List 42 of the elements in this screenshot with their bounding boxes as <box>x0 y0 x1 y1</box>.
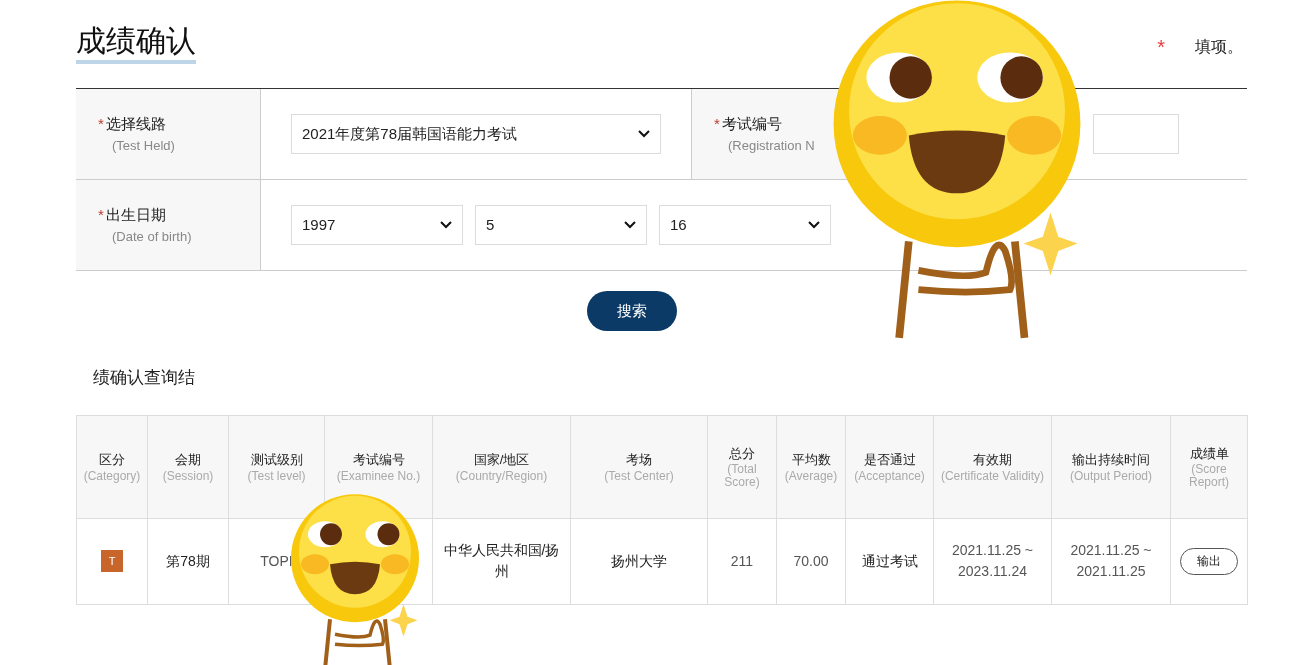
chevron-down-icon <box>624 221 636 229</box>
column-header: 输出持续时间 (Output Period) <box>1051 415 1171 518</box>
column-header: 成绩单 (Score Report) <box>1170 415 1248 518</box>
column-header: 平均数 (Average) <box>776 415 846 518</box>
dropdown-select[interactable]: 16 <box>659 205 831 245</box>
required-asterisk: * <box>98 205 104 225</box>
table-cell: 2021.11.25 ~ 2023.11.24 <box>951 542 1034 579</box>
dropdown-select[interactable]: 1997 <box>291 205 463 245</box>
column-header: 有效期 (Certificate Validity) <box>933 415 1052 518</box>
table-cell: 第78期 <box>166 552 210 569</box>
table-cell: 扬州大学 <box>611 552 667 569</box>
input-field[interactable] <box>1093 114 1179 154</box>
chevron-down-icon <box>808 221 820 229</box>
search-button[interactable]: 搜索 <box>586 291 677 331</box>
field-sublabel: (Date of birth) <box>111 227 193 246</box>
required-note: 填项。 <box>1195 37 1243 57</box>
table-cell: 通过考试 <box>861 552 918 569</box>
field-sublabel: (Test Held) <box>111 136 176 155</box>
page-title: 成绩确认 <box>76 22 196 64</box>
table-cell: 70.00 <box>793 552 829 569</box>
column-header: 国家/地区 (Country/Region) <box>432 415 571 518</box>
required-asterisk: * <box>1157 35 1165 60</box>
field-label: 出生日期 <box>105 205 166 225</box>
chevron-down-icon <box>638 130 650 138</box>
column-header: 总分 (Total Score) <box>707 415 777 518</box>
dropdown-select[interactable]: 5 <box>475 205 647 245</box>
table-cell: 中华人民共和国/扬州 <box>443 542 560 579</box>
column-header: 会期 (Session) <box>147 415 229 518</box>
field-label: 选择线路 <box>105 114 166 134</box>
table-cell: 2021.11.25 ~ 2021.11.25 <box>1070 542 1152 579</box>
required-asterisk: * <box>714 114 720 134</box>
required-asterisk: * <box>98 114 104 134</box>
table-cell: 211 <box>730 552 754 569</box>
category-badge: T <box>101 550 123 573</box>
column-header: 考场 (Test Center) <box>570 415 708 518</box>
chevron-down-icon <box>440 221 452 229</box>
field-sublabel: (Registration N <box>727 136 816 155</box>
dropdown-select[interactable]: 2021年度第78届韩国语能力考试 <box>291 114 661 154</box>
column-header: 是否通过 (Acceptance) <box>845 415 934 518</box>
field-label: 考试编号 <box>721 114 782 134</box>
column-header: 区分 (Category) <box>76 415 148 518</box>
results-title: 绩确认查询结 <box>92 367 196 389</box>
